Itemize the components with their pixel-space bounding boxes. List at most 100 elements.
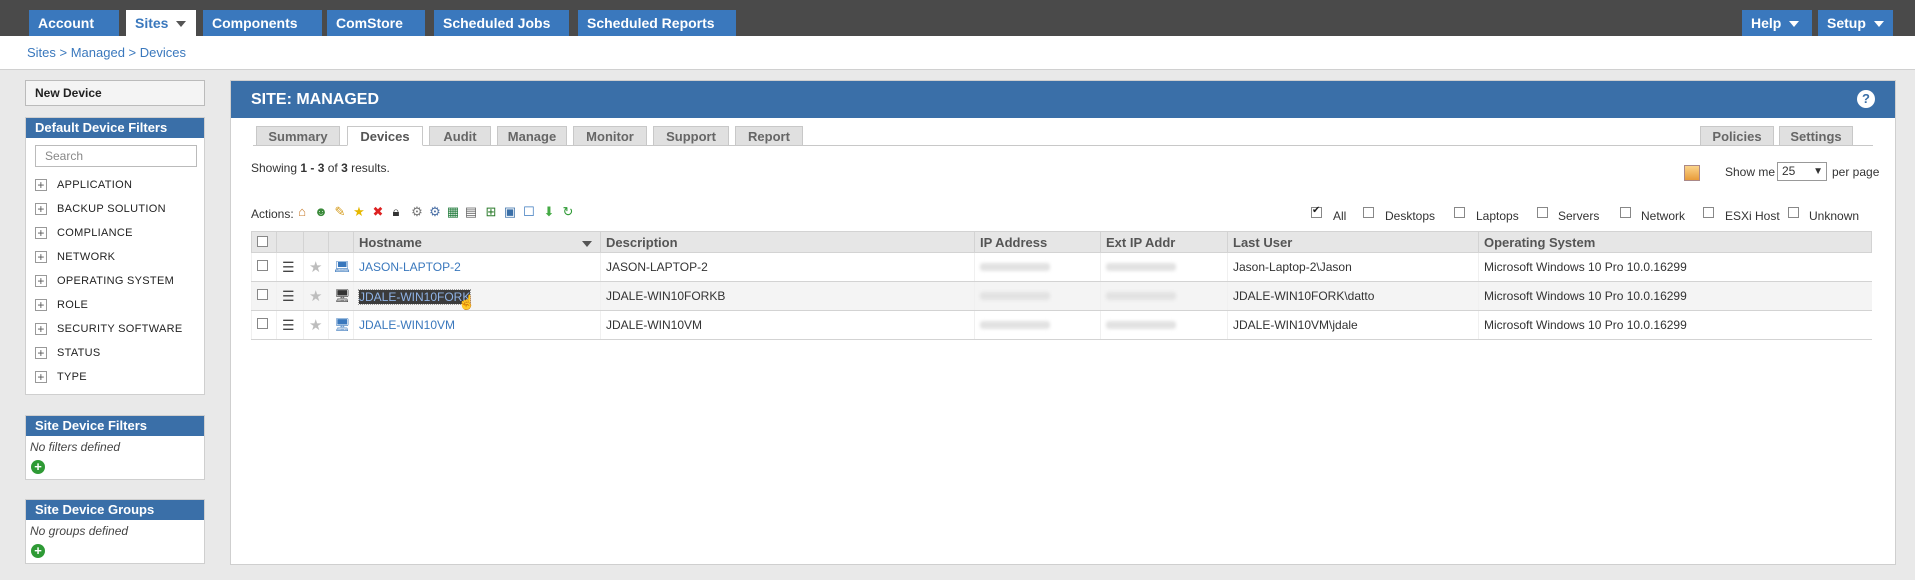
network-icon[interactable]: ⊞ bbox=[484, 205, 498, 219]
header-menu bbox=[276, 231, 304, 253]
column-hostname[interactable]: Hostname bbox=[353, 231, 601, 253]
table-header-row: Hostname Description IP Address Ext IP A… bbox=[251, 231, 1872, 253]
hostname-link[interactable]: JASON-LAPTOP-2 bbox=[359, 260, 461, 274]
hand-cursor-icon: ☝ bbox=[458, 293, 476, 310]
description-cell: JDALE-WIN10VM bbox=[600, 310, 975, 340]
filter-status[interactable]: + STATUS bbox=[26, 341, 204, 365]
column-ext-ip[interactable]: Ext IP Addr bbox=[1100, 231, 1228, 253]
edit-icon[interactable]: ✎ bbox=[333, 205, 347, 219]
filter-unknown-checkbox[interactable] bbox=[1788, 207, 1799, 218]
filter-desktops-checkbox[interactable] bbox=[1363, 207, 1374, 218]
filter-role[interactable]: + ROLE bbox=[26, 293, 204, 317]
site-filters-empty: No filters defined bbox=[30, 440, 121, 454]
add-group-icon[interactable]: + bbox=[31, 544, 45, 558]
page-size-value: 25 bbox=[1782, 164, 1796, 178]
table-row[interactable]: ☰ ★ 💻︎ JASON-LAPTOP-2 JASON-LAPTOP-2 Jas… bbox=[251, 252, 1872, 282]
nav-sites[interactable]: Sites bbox=[126, 10, 196, 36]
list-icon[interactable]: ☰ bbox=[282, 259, 295, 275]
filter-laptops-label: Laptops bbox=[1476, 209, 1519, 223]
ext-ip-cell bbox=[1100, 310, 1228, 340]
expand-icon[interactable]: + bbox=[35, 275, 47, 288]
filter-operating-system[interactable]: + OPERATING SYSTEM bbox=[26, 269, 204, 293]
select-all-checkbox[interactable] bbox=[257, 235, 268, 247]
table-row[interactable]: ☰ ★ 🖥︎ JDALE-WIN10VM JDALE-WIN10VM JDALE… bbox=[251, 310, 1872, 340]
filter-security-software[interactable]: + SECURITY SOFTWARE bbox=[26, 317, 204, 341]
filter-servers-checkbox[interactable] bbox=[1537, 207, 1548, 218]
expand-icon[interactable]: + bbox=[35, 299, 47, 312]
list-icon[interactable]: ☰ bbox=[282, 317, 295, 333]
expand-icon[interactable]: + bbox=[35, 323, 47, 336]
filter-esxi-checkbox[interactable] bbox=[1703, 207, 1714, 218]
user-icon[interactable]: ☻ bbox=[314, 205, 328, 219]
filter-network-checkbox[interactable] bbox=[1620, 207, 1631, 218]
nav-components[interactable]: Components bbox=[203, 10, 322, 54]
expand-icon[interactable]: + bbox=[35, 203, 47, 216]
last-user-cell: JDALE-WIN10VM\jdale bbox=[1227, 310, 1479, 340]
chat-icon[interactable]: ☐ bbox=[522, 205, 536, 219]
star-icon[interactable]: ★ bbox=[309, 317, 322, 334]
tab-report[interactable]: Report bbox=[735, 126, 803, 146]
filter-search-input[interactable]: Search bbox=[35, 145, 197, 167]
column-os[interactable]: Operating System bbox=[1478, 231, 1872, 253]
expand-icon[interactable]: + bbox=[35, 371, 47, 384]
star-icon[interactable]: ★ bbox=[309, 288, 322, 305]
expand-icon[interactable]: + bbox=[35, 179, 47, 192]
install-icon[interactable]: ⬇ bbox=[542, 205, 556, 219]
column-last-user[interactable]: Last User bbox=[1227, 231, 1479, 253]
row-checkbox[interactable] bbox=[257, 289, 268, 300]
filter-backup-solution[interactable]: + BACKUP SOLUTION bbox=[26, 197, 204, 221]
star-icon[interactable]: ★ bbox=[309, 259, 322, 276]
filter-label: STATUS bbox=[57, 347, 101, 359]
tab-settings[interactable]: Settings bbox=[1779, 126, 1853, 146]
server-icon[interactable]: ▤ bbox=[464, 205, 478, 219]
filter-compliance[interactable]: + COMPLIANCE bbox=[26, 221, 204, 245]
tab-monitor[interactable]: Monitor bbox=[573, 126, 647, 146]
delete-icon[interactable]: ✖ bbox=[371, 205, 385, 219]
list-icon[interactable]: ☰ bbox=[282, 288, 295, 304]
add-filter-icon[interactable]: + bbox=[31, 460, 45, 474]
nav-account[interactable]: Account bbox=[29, 10, 119, 54]
star-icon[interactable]: ★ bbox=[352, 205, 366, 219]
nav-setup[interactable]: Setup bbox=[1818, 10, 1893, 36]
nav-comstore[interactable]: ComStore bbox=[327, 10, 425, 54]
lock-icon[interactable]: 🔒︎ bbox=[389, 205, 403, 219]
table-row[interactable]: ☰ ★ 🖥︎ JDALE-WIN10FORK☝ JDALE-WIN10FORKB… bbox=[251, 281, 1872, 311]
expand-icon[interactable]: + bbox=[35, 347, 47, 360]
refresh-icon[interactable]: ↻ bbox=[561, 205, 575, 219]
column-description[interactable]: Description bbox=[600, 231, 975, 253]
nav-scheduled-jobs[interactable]: Scheduled Jobs bbox=[434, 10, 569, 54]
redacted-ip bbox=[980, 321, 1050, 329]
filter-laptops-checkbox[interactable] bbox=[1454, 207, 1465, 218]
filter-application[interactable]: + APPLICATION bbox=[26, 173, 204, 197]
filter-all-checkbox[interactable] bbox=[1311, 205, 1322, 218]
help-icon[interactable]: ? bbox=[1857, 90, 1875, 108]
tab-support[interactable]: Support bbox=[653, 126, 729, 146]
nav-help[interactable]: Help bbox=[1742, 10, 1812, 36]
new-device-button[interactable]: New Device bbox=[25, 80, 205, 106]
column-chooser-icon[interactable] bbox=[1684, 165, 1700, 181]
tab-summary[interactable]: Summary bbox=[256, 126, 340, 146]
row-checkbox[interactable] bbox=[257, 318, 268, 329]
expand-icon[interactable]: + bbox=[35, 227, 47, 240]
settings-icon[interactable]: ⚙ bbox=[428, 205, 442, 219]
breadcrumb[interactable]: Sites > Managed > Devices bbox=[27, 45, 186, 60]
page-size-select[interactable]: 25 ▼ bbox=[1777, 162, 1827, 181]
column-ip-address[interactable]: IP Address bbox=[974, 231, 1101, 253]
hostname-cell: JDALE-WIN10FORK☝ bbox=[353, 281, 601, 311]
nav-scheduled-reports[interactable]: Scheduled Reports bbox=[578, 10, 736, 54]
hostname-link[interactable]: JDALE-WIN10VM bbox=[359, 318, 455, 332]
monitor-icon[interactable]: ▣ bbox=[503, 205, 517, 219]
filter-type[interactable]: + TYPE bbox=[26, 365, 204, 389]
row-checkbox[interactable] bbox=[257, 260, 268, 271]
sort-desc-icon[interactable] bbox=[582, 240, 592, 247]
excel-icon[interactable]: ▦ bbox=[446, 205, 460, 219]
filter-network[interactable]: + NETWORK bbox=[26, 245, 204, 269]
home-icon[interactable]: ⌂ bbox=[295, 205, 309, 219]
gear-icon[interactable]: ⚙ bbox=[410, 205, 424, 219]
hostname-link[interactable]: JDALE-WIN10FORK bbox=[357, 288, 472, 305]
tab-audit[interactable]: Audit bbox=[429, 126, 491, 146]
tab-manage[interactable]: Manage bbox=[497, 126, 567, 146]
expand-icon[interactable]: + bbox=[35, 251, 47, 264]
tab-devices[interactable]: Devices bbox=[347, 126, 423, 146]
tab-policies[interactable]: Policies bbox=[1700, 126, 1774, 146]
